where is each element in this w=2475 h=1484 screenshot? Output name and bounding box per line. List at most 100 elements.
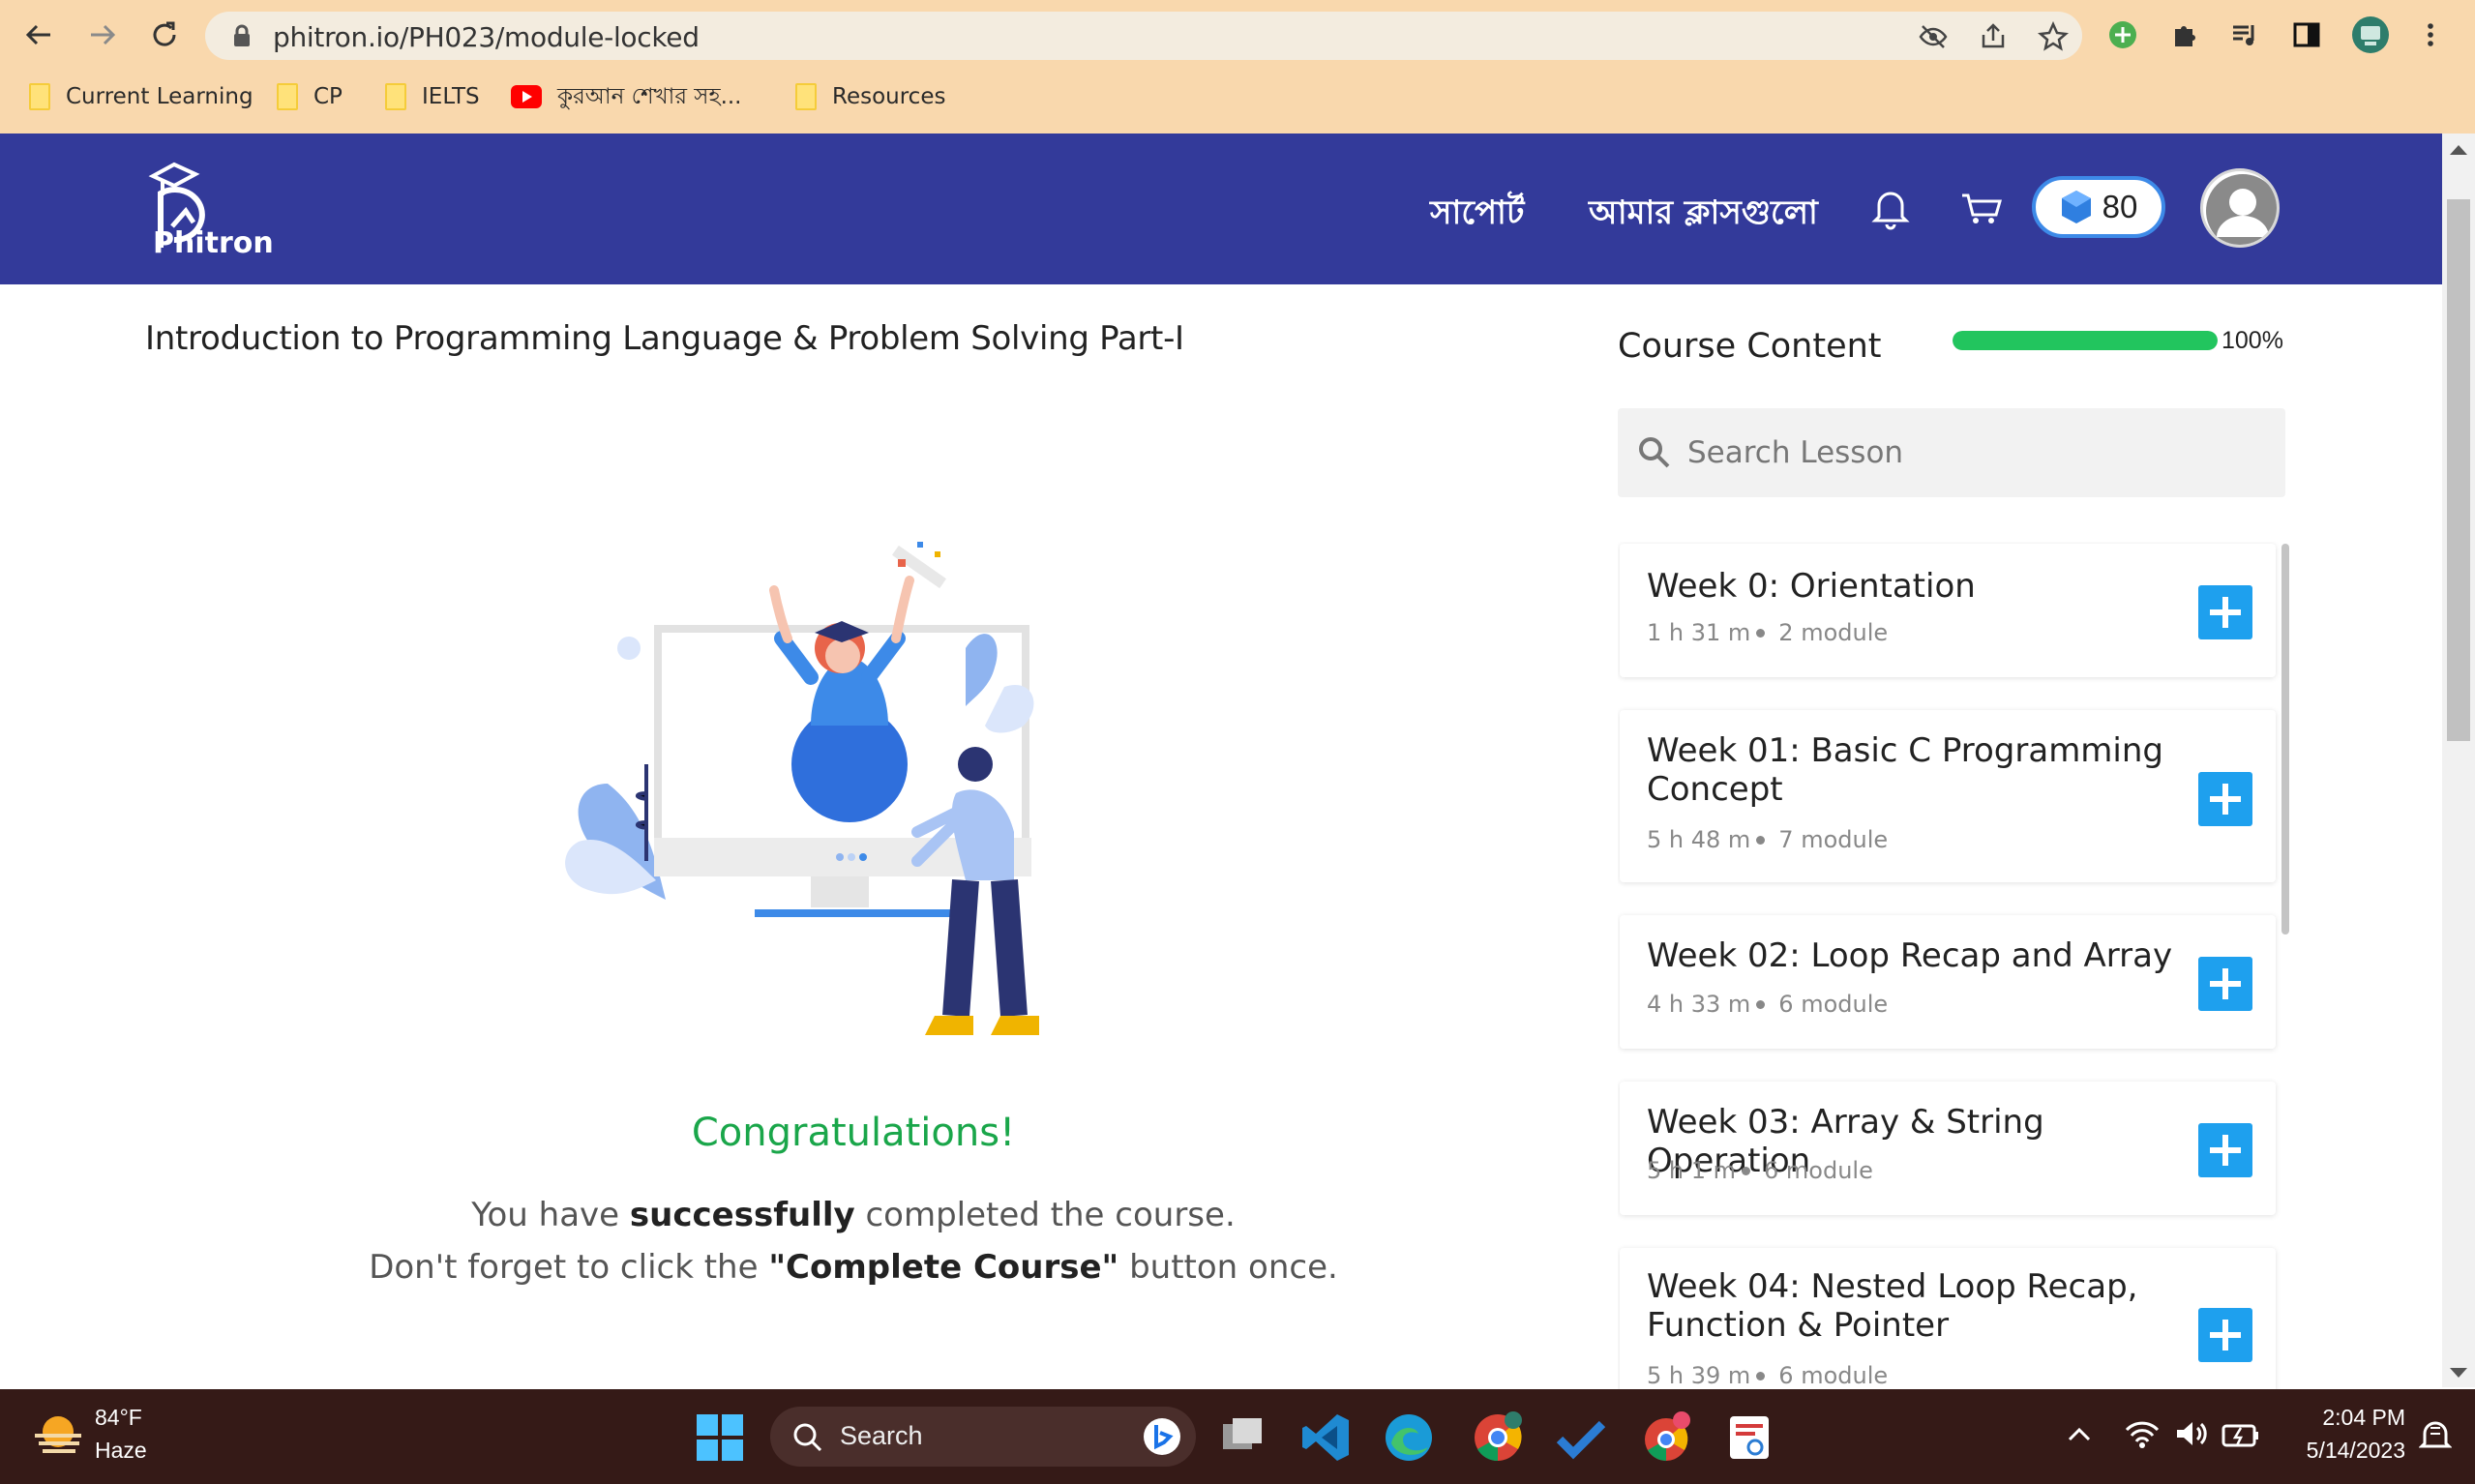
week-module-count: 7 module: [1778, 826, 1889, 853]
lesson-list-scrollbar[interactable]: [2281, 544, 2289, 935]
week-module-count: 6 module: [1778, 991, 1889, 1018]
nav-my-classes-link[interactable]: আমার ক্লাসগুলো: [1589, 188, 1818, 243]
logo-text: Phitron: [153, 226, 274, 260]
bookmark-label: কুরআন শেখার সহ...: [557, 83, 742, 109]
message-emphasis: "Complete Course": [768, 1248, 1119, 1287]
weather-haze-icon[interactable]: [31, 1410, 85, 1461]
bookmark-label: CP: [313, 84, 343, 109]
chevron-up-icon[interactable]: [2067, 1424, 2092, 1445]
search-icon: [1639, 437, 1670, 468]
week-item[interactable]: Week 01: Basic C Programming Concept 5 h…: [1620, 710, 2276, 882]
week-item[interactable]: Week 03: Array & String Operation 5 h 1 …: [1620, 1082, 2276, 1215]
gem-icon: [2061, 191, 2091, 223]
weather-condition[interactable]: Haze: [95, 1438, 147, 1464]
notification-center-icon[interactable]: [2419, 1418, 2452, 1453]
week-item[interactable]: Week 0: Orientation 1 h 31 m 2 module: [1620, 544, 2276, 677]
windows-start-icon[interactable]: [693, 1410, 747, 1465]
chrome-icon[interactable]: [1471, 1410, 1525, 1465]
vscode-icon[interactable]: [1298, 1410, 1353, 1465]
search-placeholder: Search Lesson: [1687, 435, 1904, 470]
cart-icon[interactable]: [1958, 184, 2005, 230]
battery-charging-icon[interactable]: [2222, 1420, 2260, 1449]
windows-taskbar: 84°F Haze Search 2:04 PM 5/14/2023: [0, 1389, 2475, 1484]
media-control-icon[interactable]: [2223, 14, 2266, 56]
bookmarks-bar: Current Learning CP IELTS কুরআন শেখার সহ…: [0, 75, 2475, 118]
page-scrollbar-thumb[interactable]: [2447, 199, 2470, 741]
scroll-up-arrow-icon[interactable]: [2450, 145, 2467, 155]
folder-icon: [795, 83, 817, 110]
expand-week-button[interactable]: [2198, 585, 2252, 639]
browser-menu-icon[interactable]: [2409, 14, 2452, 56]
week-module-count: 2 module: [1778, 619, 1889, 646]
scroll-down-arrow-icon[interactable]: [2450, 1368, 2467, 1378]
task-view-icon[interactable]: [1215, 1410, 1269, 1465]
week-duration: 5 h 48 m: [1647, 826, 1751, 853]
bookmark-resources[interactable]: Resources: [795, 81, 945, 112]
bookmark-current-learning[interactable]: Current Learning: [29, 81, 253, 112]
week-meta: 1 h 31 m 2 module: [1647, 619, 1888, 646]
expand-week-button[interactable]: [2198, 1123, 2252, 1177]
profile-avatar-icon[interactable]: [2349, 14, 2392, 56]
points-badge[interactable]: 80: [2032, 176, 2165, 238]
graduation-illustration: [550, 532, 1149, 1074]
youtube-icon: [511, 85, 542, 108]
volume-icon[interactable]: [2173, 1418, 2208, 1449]
course-progress-bar: [1953, 331, 2218, 350]
message-emphasis: successfully: [629, 1196, 855, 1234]
search-icon: [793, 1423, 822, 1452]
bookmark-star-icon[interactable]: [2038, 21, 2069, 52]
week-title: Week 04: Nested Loop Recap, Function & P…: [1647, 1267, 2138, 1345]
expand-week-button[interactable]: [2198, 957, 2252, 1011]
extension-plus-icon[interactable]: [2102, 14, 2144, 56]
expand-week-button[interactable]: [2198, 1308, 2252, 1362]
clock-date[interactable]: 5/14/2023: [2278, 1438, 2405, 1464]
todo-check-icon[interactable]: [1554, 1410, 1608, 1465]
eye-off-icon[interactable]: [1918, 21, 1949, 52]
page-scrollbar[interactable]: [2442, 134, 2475, 1387]
week-duration: 5 h 1 m: [1647, 1157, 1737, 1184]
clock-time[interactable]: 2:04 PM: [2278, 1405, 2405, 1431]
complete-course-reminder: Don't forget to click the "Complete Cour…: [0, 1248, 1707, 1287]
reload-icon[interactable]: [143, 14, 186, 56]
week-duration: 1 h 31 m: [1647, 619, 1751, 646]
forward-arrow-icon[interactable]: [81, 14, 124, 56]
user-avatar[interactable]: [2200, 168, 2280, 248]
completion-message: You have successfully completed the cour…: [0, 1196, 1707, 1234]
message-text: button once.: [1118, 1248, 1338, 1287]
course-content-title: Course Content: [1618, 327, 1882, 366]
notification-bell-icon[interactable]: [1867, 184, 1914, 230]
week-title: Week 01: Basic C Programming Concept: [1647, 731, 2164, 809]
expand-week-button[interactable]: [2198, 772, 2252, 826]
extensions-puzzle-icon[interactable]: [2163, 14, 2206, 56]
bookmark-label: Current Learning: [66, 84, 253, 109]
back-arrow-icon[interactable]: [17, 14, 60, 56]
bookmark-cp[interactable]: CP: [277, 81, 343, 112]
lock-icon: [234, 24, 250, 46]
week-module-count: 6 module: [1764, 1157, 1873, 1184]
phitron-logo[interactable]: Phitron: [143, 155, 308, 261]
week-duration: 5 h 39 m: [1647, 1362, 1751, 1389]
url-text: phitron.io/PH023/module-locked: [273, 21, 700, 53]
bing-icon[interactable]: [1142, 1416, 1182, 1457]
edge-icon[interactable]: [1382, 1410, 1436, 1465]
weather-temperature[interactable]: 84°F: [95, 1405, 142, 1431]
taskbar-search-box[interactable]: Search: [770, 1407, 1196, 1467]
snipping-tool-icon[interactable]: [1722, 1410, 1776, 1465]
address-bar[interactable]: phitron.io/PH023/module-locked: [205, 12, 2082, 60]
week-item[interactable]: Week 02: Loop Recap and Array 4 h 33 m 6 …: [1620, 915, 2276, 1049]
bookmark-ielts[interactable]: IELTS: [385, 81, 480, 112]
side-panel-icon[interactable]: [2285, 14, 2328, 56]
week-item[interactable]: Week 04: Nested Loop Recap, Function & P…: [1620, 1248, 2276, 1389]
lesson-search-input[interactable]: Search Lesson: [1618, 408, 2285, 497]
course-progress-label: 100%: [2222, 327, 2283, 354]
points-value: 80: [2102, 189, 2138, 224]
bookmark-label: IELTS: [422, 84, 480, 109]
share-icon[interactable]: [1978, 21, 2009, 52]
wifi-icon[interactable]: [2125, 1418, 2160, 1449]
nav-support-link[interactable]: সাপোর্ট: [1430, 188, 1524, 243]
bookmark-youtube-quran[interactable]: কুরআন শেখার সহ...: [511, 81, 742, 112]
course-progress-fill: [1953, 331, 2218, 350]
message-text: completed the course.: [854, 1196, 1236, 1234]
chrome-profile-icon[interactable]: [1639, 1410, 1693, 1465]
lesson-list[interactable]: Week 0: Orientation 1 h 31 m 2 module Wee…: [1618, 542, 2287, 1389]
